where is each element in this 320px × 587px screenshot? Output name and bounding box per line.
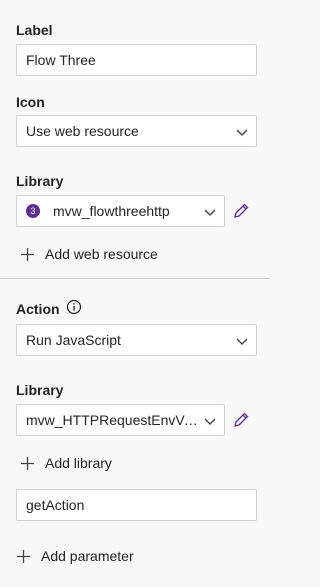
icon-dropdown-value: Use web resource (26, 123, 139, 139)
label-input-value: Flow Three (26, 52, 96, 68)
web-resource-library-value: mvw_flowthreehttp (53, 203, 170, 219)
chevron-down-icon (236, 129, 248, 136)
library-count-badge: 3 (26, 204, 40, 218)
chevron-down-icon (236, 338, 248, 345)
add-web-resource-button[interactable]: Add web resource (20, 244, 158, 264)
add-parameter-button[interactable]: Add parameter (16, 546, 134, 566)
action-dropdown-value: Run JavaScript (26, 332, 121, 348)
add-library-label: Add library (45, 455, 112, 471)
plus-icon (21, 247, 34, 261)
function-name-value: getAction (26, 497, 85, 513)
edit-pencil-icon[interactable] (232, 411, 250, 429)
add-web-resource-label: Add web resource (45, 246, 158, 262)
label-input[interactable]: Flow Three (16, 44, 257, 76)
chevron-down-icon (204, 209, 216, 216)
library-title: Library (16, 382, 64, 398)
add-parameter-label: Add parameter (41, 548, 134, 564)
library-title: Library (16, 173, 64, 189)
section-divider (0, 278, 270, 279)
icon-dropdown[interactable]: Use web resource (16, 115, 257, 147)
add-library-button[interactable]: Add library (20, 453, 112, 473)
function-name-input[interactable]: getAction (16, 489, 257, 521)
web-resource-library-dropdown[interactable]: 3 mvw_flowthreehttp (16, 195, 225, 227)
javascript-library-dropdown[interactable]: mvw_HTTPRequestEnvVari... (16, 404, 225, 436)
icon-title: Icon (16, 94, 45, 110)
javascript-library-value: mvw_HTTPRequestEnvVari... (26, 412, 198, 428)
command-properties-panel: Label Flow Three Icon Use web resource L… (0, 0, 270, 587)
action-title: Action (16, 301, 60, 317)
edit-pencil-icon[interactable] (232, 202, 250, 220)
info-icon[interactable] (66, 299, 82, 315)
action-dropdown[interactable]: Run JavaScript (16, 324, 257, 356)
plus-icon (21, 456, 34, 470)
chevron-down-icon (204, 418, 216, 425)
label-title: Label (16, 22, 53, 38)
plus-icon (17, 549, 30, 563)
